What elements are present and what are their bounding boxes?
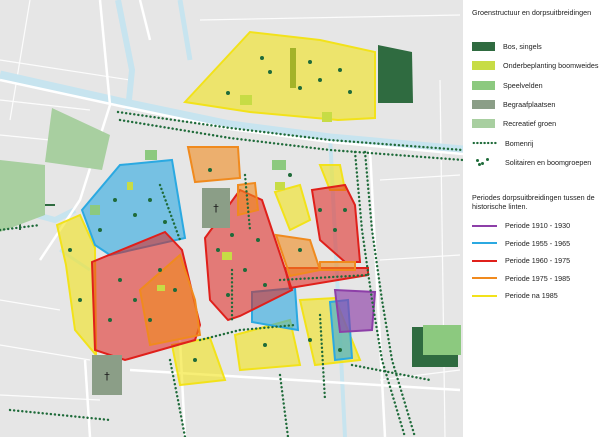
period-label: Periode na 1985	[505, 291, 558, 301]
period-line-swatch	[472, 294, 497, 297]
period-line-swatch	[472, 277, 497, 280]
legend-item-label: Bos, singels	[503, 42, 542, 52]
period-label: Periode 1955 - 1965	[505, 238, 571, 248]
period-line-swatch	[472, 259, 497, 262]
period-legend-item: Periode na 1985	[470, 287, 605, 305]
tree-row-icon	[472, 141, 497, 146]
legend-item: Speelvelden	[470, 76, 605, 95]
legend-swatch	[472, 100, 495, 110]
legend-item: Solitairen en boomgroepen	[470, 153, 605, 172]
periods-title: Periodes dorpsuitbreidingen tussen de hi…	[472, 193, 595, 211]
legend-item: Bomenrij	[470, 133, 605, 152]
period-1910-areas	[333, 288, 377, 334]
village-map: † †	[0, 0, 463, 437]
legend-item: Begraafplaatsen	[470, 95, 605, 114]
legend-swatch	[472, 42, 495, 52]
legend-swatch	[472, 119, 495, 129]
legend-item-label: Onderbeplanting boomweides	[503, 61, 599, 71]
legend-item-label: Solitairen en boomgroepen	[505, 157, 592, 167]
cemetery-cross-icon: †	[213, 202, 219, 215]
period-legend-item: Periode 1955 - 1965	[470, 235, 605, 253]
map-legend: Groenstructuur en dorpsuitbreidingen Bos…	[470, 8, 605, 305]
period-label: Periode 1910 - 1930	[505, 221, 571, 231]
period-legend-item: Periode 1975 - 1985	[470, 270, 605, 288]
legend-item-label: Begraafplaatsen	[503, 100, 556, 110]
legend-item-label: Recreatief groen	[503, 119, 557, 129]
cemetery-cross-icon: †	[104, 370, 110, 383]
period-line-swatch	[472, 224, 497, 227]
legend-item: Recreatief groen	[470, 114, 605, 133]
period-label: Periode 1960 - 1975	[505, 256, 571, 266]
solitary-tree-icon	[472, 158, 497, 167]
legend-items: Bos, singels Onderbeplanting boomweides Sp…	[470, 37, 605, 172]
period-line-swatch	[472, 242, 497, 245]
legend-item-label: Speelvelden	[503, 80, 543, 90]
period-label: Periode 1975 - 1985	[505, 273, 571, 283]
legend-swatch	[472, 61, 495, 71]
period-items: Periode 1910 - 1930 Periode 1955 - 1965 Pe…	[470, 217, 605, 305]
legend-item: Onderbeplanting boomweides	[470, 56, 605, 75]
period-legend-item: Periode 1960 - 1975	[470, 252, 605, 270]
legend-swatch	[472, 80, 495, 90]
legend-item-label: Bomenrij	[505, 138, 534, 148]
legend-title: Groenstructuur en dorpsuitbreidingen	[472, 8, 592, 17]
legend-item: Bos, singels	[470, 37, 605, 56]
period-legend-item: Periode 1910 - 1930	[470, 217, 605, 235]
